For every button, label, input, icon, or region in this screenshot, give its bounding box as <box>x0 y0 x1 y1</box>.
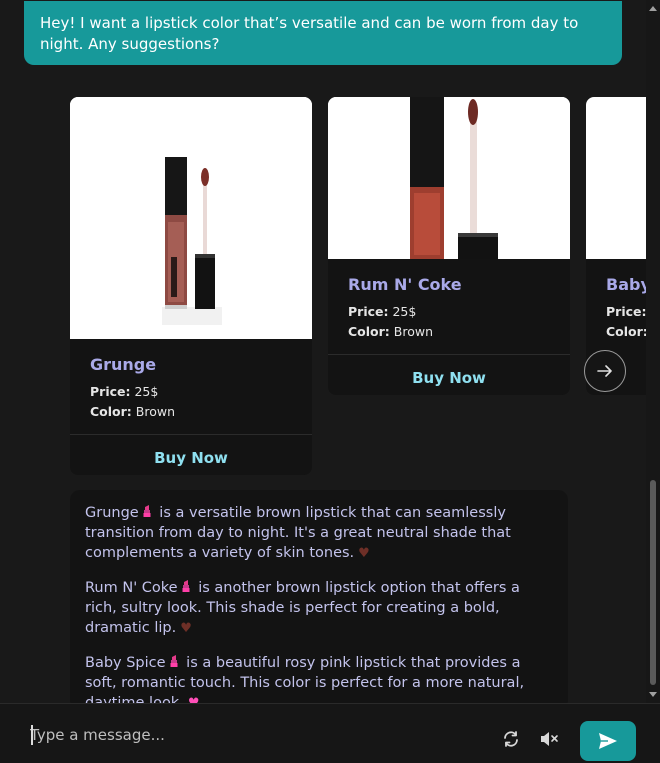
pink-heart-icon: ♥ <box>188 694 200 703</box>
mute-button[interactable] <box>539 730 559 750</box>
scroll-thumb[interactable] <box>650 480 656 685</box>
user-message-text: Hey! I want a lipstick color that’s vers… <box>40 14 579 53</box>
buy-now-button[interactable]: Buy Now <box>70 435 312 475</box>
lipstick-icon <box>170 653 178 667</box>
buy-now-button[interactable]: Buy Now <box>328 355 570 395</box>
mute-icon <box>541 732 558 746</box>
refresh-icon <box>504 731 518 747</box>
user-message-bubble: Hey! I want a lipstick color that’s vers… <box>24 1 622 65</box>
lipstick-icon <box>143 503 151 517</box>
product-info: Baby Price: Color: <box>586 259 646 354</box>
chat-area: Hey! I want a lipstick color that’s vers… <box>0 0 646 703</box>
product-title: Baby <box>606 275 646 294</box>
refresh-button[interactable] <box>502 730 522 750</box>
product-card: Grunge Price: 25$ Color: Brown Buy Now <box>70 97 312 475</box>
product-mention: Grunge <box>85 505 139 521</box>
product-card: Baby Price: Color: <box>586 97 646 395</box>
product-color: Color: Brown <box>90 404 176 419</box>
product-price: Price: 25$ <box>348 304 417 319</box>
product-price: Price: 25$ <box>90 384 159 399</box>
text-caret <box>31 725 33 745</box>
send-icon <box>599 733 617 749</box>
scroll-up-arrow-icon[interactable] <box>649 6 657 11</box>
carousel-next-button[interactable] <box>584 350 626 392</box>
product-image <box>328 97 570 259</box>
product-carousel: Grunge Price: 25$ Color: Brown Buy Now R… <box>70 97 646 477</box>
product-price: Price: <box>606 304 646 319</box>
lipstick-icon <box>182 578 190 592</box>
message-input-bar <box>0 703 660 763</box>
product-color: Color: <box>606 324 646 339</box>
assistant-message-bubble: Grunge is a versatile brown lipstick tha… <box>70 490 568 703</box>
arrow-right-icon <box>597 365 612 377</box>
assistant-paragraph: Rum N' Coke is another brown lipstick op… <box>85 578 553 639</box>
brown-heart-icon: ♥ <box>358 546 370 561</box>
product-card: Rum N' Coke Price: 25$ Color: Brown Buy … <box>328 97 570 395</box>
product-mention: Baby Spice <box>85 655 166 671</box>
product-color: Color: Brown <box>348 324 434 339</box>
message-input[interactable] <box>30 722 460 748</box>
assistant-paragraph: Grunge is a versatile brown lipstick tha… <box>85 503 553 564</box>
scrollbar[interactable] <box>646 0 660 703</box>
product-title: Grunge <box>90 355 157 374</box>
send-button[interactable] <box>580 721 636 761</box>
product-mention: Rum N' Coke <box>85 580 178 596</box>
product-image <box>70 97 312 339</box>
scroll-down-arrow-icon[interactable] <box>649 692 657 697</box>
brown-heart-icon: ♥ <box>180 621 192 636</box>
product-image <box>586 97 646 259</box>
product-info: Rum N' Coke Price: 25$ Color: Brown <box>328 259 570 354</box>
product-info: Grunge Price: 25$ Color: Brown <box>70 339 312 434</box>
product-title: Rum N' Coke <box>348 275 462 294</box>
assistant-paragraph: Baby Spice is a beautiful rosy pink lips… <box>85 653 553 703</box>
